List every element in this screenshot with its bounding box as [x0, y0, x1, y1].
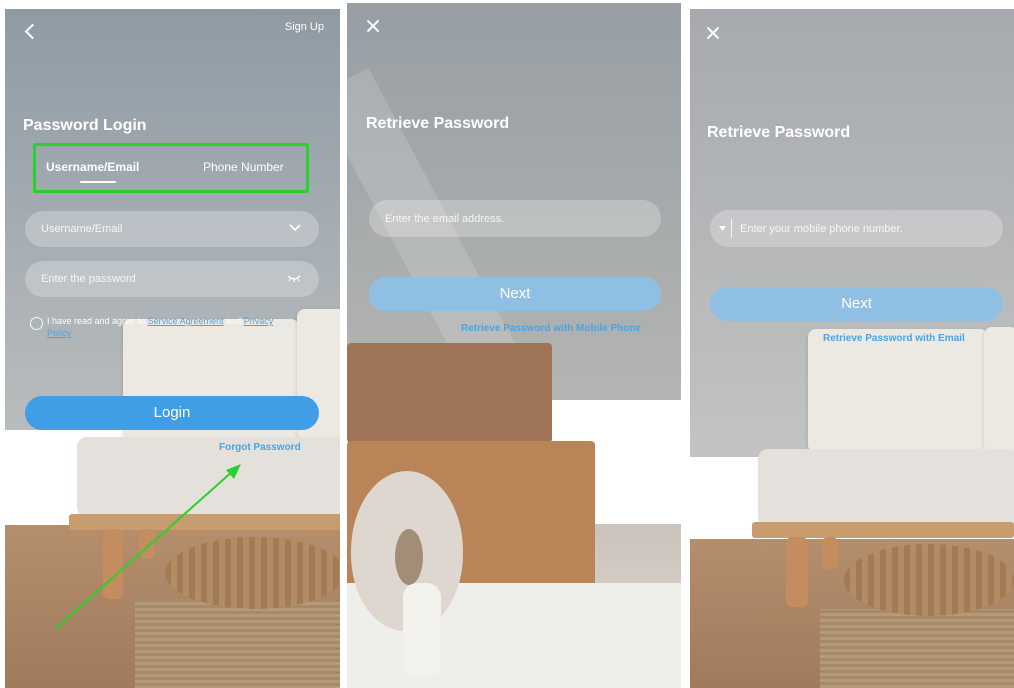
page-title: Retrieve Password — [366, 115, 510, 132]
email-placeholder: Enter the email address. — [385, 212, 505, 225]
background-photo — [690, 9, 1014, 688]
next-button[interactable]: Next — [710, 287, 1003, 321]
close-icon[interactable] — [705, 25, 721, 41]
retrieve-with-phone-link[interactable]: Retrieve Password with Mobile Phone — [461, 323, 641, 334]
login-screen: Sign Up Password Login Username/Email Ph… — [5, 9, 340, 688]
country-code-dropdown-icon[interactable] — [719, 226, 726, 231]
retrieve-with-email-link[interactable]: Retrieve Password with Email — [823, 333, 965, 344]
background-photo — [347, 3, 681, 688]
next-button[interactable]: Next — [369, 277, 661, 311]
phone-number-field[interactable]: Enter your mobile phone number. — [710, 210, 1003, 247]
retrieve-phone-screen: Retrieve Password Enter your mobile phon… — [690, 9, 1014, 688]
page-title: Retrieve Password — [707, 124, 851, 141]
phone-placeholder: Enter your mobile phone number. — [740, 222, 903, 235]
retrieve-email-screen: Retrieve Password Enter the email addres… — [347, 3, 681, 688]
annotation-arrow — [54, 464, 241, 630]
email-field[interactable]: Enter the email address. — [369, 200, 661, 237]
close-icon[interactable] — [365, 18, 381, 34]
